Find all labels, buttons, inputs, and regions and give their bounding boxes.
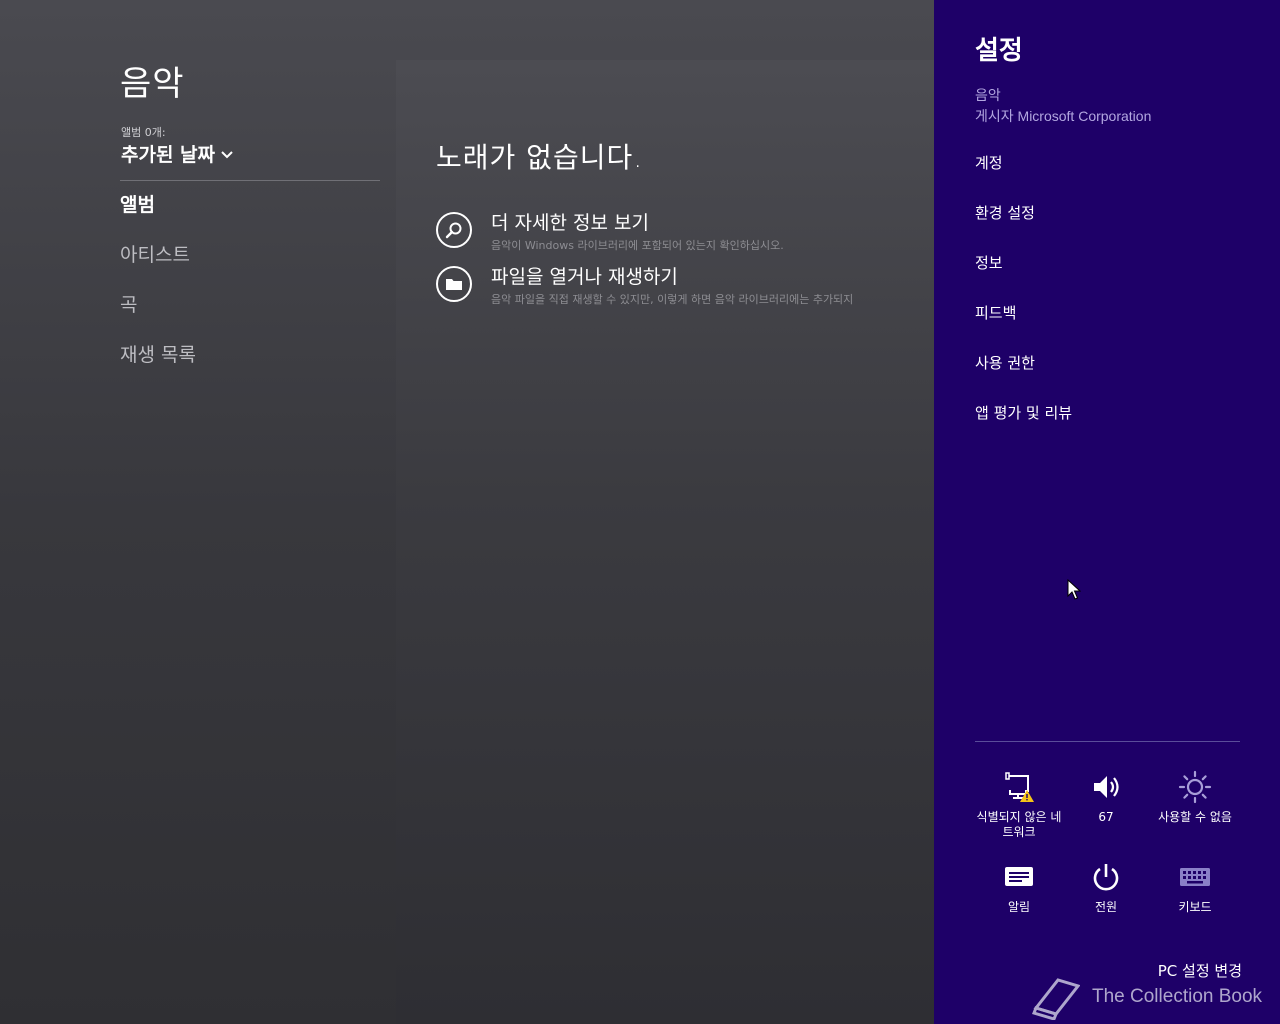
nav-item-playlists[interactable]: 재생 목록 <box>120 340 196 390</box>
nav-divider <box>120 180 380 181</box>
chevron-down-icon <box>221 150 233 158</box>
charm-publisher: 게시자 Microsoft Corporation <box>975 108 1152 124</box>
keyboard-tile[interactable]: 키보드 <box>1151 860 1239 915</box>
mouse-cursor-icon <box>1067 579 1081 600</box>
volume-tile[interactable]: 67 <box>1062 770 1150 825</box>
album-count-label: 앨범 0개: <box>121 126 166 139</box>
brightness-label: 사용할 수 없음 <box>1158 810 1232 824</box>
keyboard-label: 키보드 <box>1178 900 1212 914</box>
app-title: 음악 <box>120 64 185 104</box>
book-icon <box>1031 978 1080 1020</box>
brightness-icon <box>1151 770 1239 804</box>
menu-item-permissions[interactable]: 사용 권한 <box>975 350 1072 400</box>
menu-item-feedback[interactable]: 피드백 <box>975 300 1072 350</box>
learn-more-title: 더 자세한 정보 보기 <box>491 212 649 234</box>
menu-item-preferences[interactable]: 환경 설정 <box>975 200 1072 250</box>
network-tile[interactable]: 식별되지 않은 네트워크 <box>975 770 1063 840</box>
power-tile[interactable]: 전원 <box>1062 860 1150 915</box>
nav-item-songs[interactable]: 곡 <box>120 290 196 340</box>
menu-item-about[interactable]: 정보 <box>975 250 1072 300</box>
volume-icon <box>1062 770 1150 804</box>
folder-icon <box>436 266 472 302</box>
network-label: 식별되지 않은 네트워크 <box>976 810 1062 839</box>
charm-app-name: 음악 <box>975 88 1001 104</box>
settings-charm: 설정 음악 게시자 Microsoft Corporation 계정 환경 설정… <box>934 0 1280 1024</box>
menu-item-rate-review[interactable]: 앱 평가 및 리뷰 <box>975 400 1072 450</box>
watermark: The Collection Book <box>1030 974 1262 1020</box>
open-file-action[interactable]: 파일을 열거나 재생하기 음악 파일을 직접 재생할 수 있지만, 이렇게 하면… <box>436 266 853 307</box>
notifications-label: 알림 <box>1007 900 1031 914</box>
power-label: 전원 <box>1094 900 1118 914</box>
sort-dropdown[interactable]: 추가된 날짜 <box>121 140 233 167</box>
learn-more-action[interactable]: 더 자세한 정보 보기 음악이 Windows 라이브러리에 포함되어 있는지 … <box>436 212 784 253</box>
charm-divider <box>975 741 1240 742</box>
open-file-subtitle: 음악 파일을 직접 재생할 수 있지만, 이렇게 하면 음악 라이브러리에는 추… <box>491 293 854 306</box>
network-warning-icon <box>975 770 1063 804</box>
notifications-tile[interactable]: 알림 <box>975 860 1063 915</box>
view-nav: 앨범 아티스트 곡 재생 목록 <box>120 190 196 390</box>
notifications-icon <box>975 860 1063 894</box>
open-file-title: 파일을 열거나 재생하기 <box>491 266 678 288</box>
watermark-text: The Collection Book <box>1092 986 1263 1007</box>
charm-menu: 계정 환경 설정 정보 피드백 사용 권한 앱 평가 및 리뷰 <box>975 150 1072 450</box>
empty-state-title: 노래가 없습니다. <box>436 141 644 174</box>
nav-item-artists[interactable]: 아티스트 <box>120 240 196 290</box>
charm-title: 설정 <box>975 36 1023 66</box>
menu-item-account[interactable]: 계정 <box>975 150 1072 200</box>
content-panel <box>396 60 936 1024</box>
learn-more-subtitle: 음악이 Windows 라이브러리에 포함되어 있는지 확인하십시오. <box>491 239 784 252</box>
nav-item-albums[interactable]: 앨범 <box>120 190 196 240</box>
keyboard-icon <box>1151 860 1239 894</box>
volume-level: 67 <box>1098 810 1114 824</box>
sort-label: 추가된 날짜 <box>121 144 216 166</box>
brightness-tile[interactable]: 사용할 수 없음 <box>1151 770 1239 825</box>
power-icon <box>1062 860 1150 894</box>
search-icon <box>436 212 472 248</box>
